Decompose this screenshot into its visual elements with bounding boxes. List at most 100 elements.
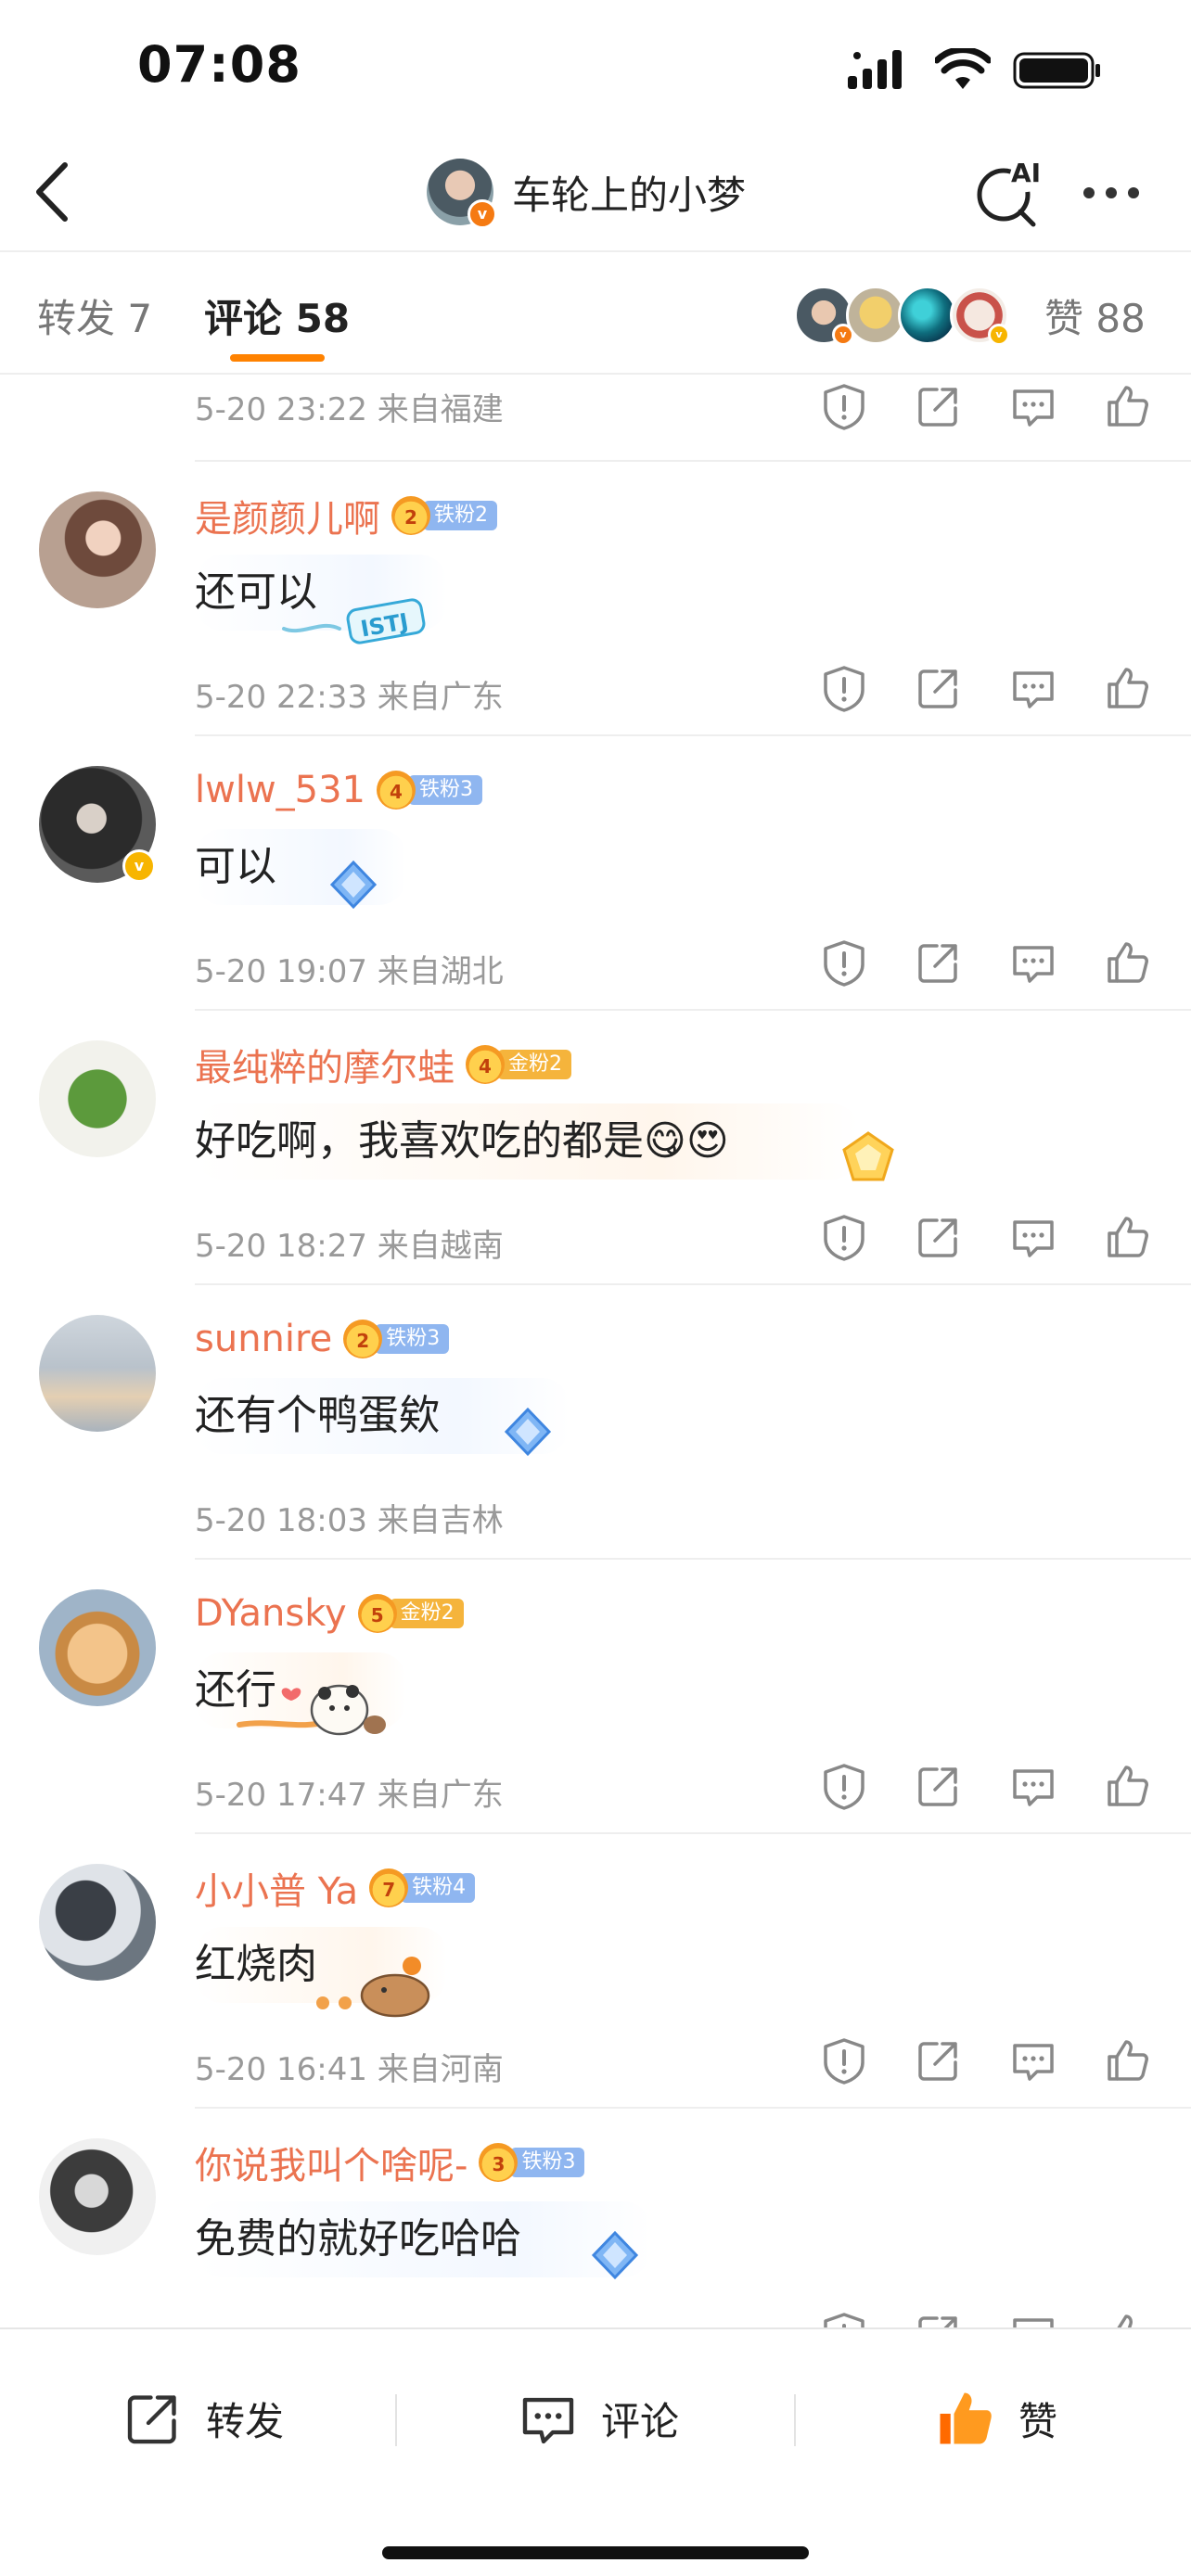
comment-actions <box>818 2309 1154 2327</box>
comment-item[interactable]: DYansky 5 金粉2 还行 5-20 17:47 来自广东 <box>0 1560 1191 1832</box>
fan-badge[interactable]: 7 铁粉4 <box>369 1868 476 1907</box>
commenter-avatar[interactable] <box>39 1315 156 1432</box>
report-icon[interactable] <box>818 2034 870 2086</box>
comment-time-location: 5-20 17:47 来自广东 <box>195 1777 504 1814</box>
comment-time-location: 5-20 19:07 来自湖北 <box>195 953 504 990</box>
reply-icon[interactable] <box>1007 2309 1059 2327</box>
reply-icon[interactable] <box>1007 937 1059 988</box>
diamond-sticker-icon <box>329 860 378 910</box>
commenter-name[interactable]: sunnire <box>195 1318 332 1360</box>
crown-icon: 4 <box>377 771 416 810</box>
comment-time-location: 5-20 16:04 来自吉林 <box>195 2318 504 2327</box>
fan-badge[interactable]: 2 铁粉3 <box>343 1320 450 1358</box>
commenter-avatar[interactable]: v <box>39 766 156 883</box>
share-icon[interactable] <box>913 2034 965 2086</box>
ai-search-icon[interactable]: AI <box>972 154 1046 228</box>
commenter-name[interactable]: 是颜颜儿啊 <box>195 489 380 542</box>
verified-badge-icon: v <box>122 849 156 883</box>
repost-button[interactable]: 转发 <box>121 2385 284 2452</box>
liker-avatars[interactable]: v v <box>794 286 1010 346</box>
reply-icon[interactable] <box>1007 1760 1059 1812</box>
wifi-icon <box>935 48 991 89</box>
crown-icon: 5 <box>357 1594 397 1633</box>
report-icon[interactable] <box>818 2309 870 2327</box>
comment-item[interactable]: sunnire 2 铁粉3 还有个鸭蛋欸 5-20 18:03 来自吉林 <box>0 1285 1191 1558</box>
comment-item[interactable]: 是颜颜儿啊 2 铁粉2 还可以 ISTJ 5-20 22:33 来自广东 <box>0 462 1191 734</box>
like-icon[interactable] <box>1102 937 1154 988</box>
tab-repost[interactable]: 转发 7 <box>37 287 152 344</box>
like-icon[interactable] <box>1102 2309 1154 2327</box>
commenter-avatar[interactable] <box>39 491 156 608</box>
like-button[interactable]: 赞 <box>933 2385 1057 2452</box>
commenter-name[interactable]: 小小普 Ya <box>195 1861 358 1915</box>
liker-avatar: v <box>950 286 1010 346</box>
share-icon[interactable] <box>913 937 965 988</box>
commenter-name[interactable]: 最纯粹的摩尔蛙 <box>195 1038 455 1091</box>
comment-meta-row: 5-20 16:04 来自吉林 <box>195 2300 1191 2327</box>
comment-label: 评论 <box>601 2398 680 2444</box>
back-arrow-icon[interactable] <box>28 159 83 224</box>
commenter-avatar[interactable] <box>39 1589 156 1706</box>
report-icon[interactable] <box>818 380 870 432</box>
commenter-name[interactable]: lwlw_531 <box>195 769 365 811</box>
gold-gem-sticker-icon <box>842 1131 894 1181</box>
commenter-name-row: 小小普 Ya 7 铁粉4 <box>195 1861 476 1915</box>
share-icon[interactable] <box>913 1760 965 1812</box>
comment-actions <box>818 662 1154 714</box>
fan-badge[interactable]: 4 金粉2 <box>466 1045 571 1084</box>
author-name[interactable]: 车轮上的小梦 <box>512 164 746 221</box>
fan-badge[interactable]: 2 铁粉2 <box>391 496 497 535</box>
comment-item[interactable]: v lwlw_531 4 铁粉3 可以 5-20 19:07 来自湖北 <box>0 736 1191 1009</box>
fan-badge[interactable]: 3 铁粉3 <box>479 2143 585 2182</box>
more-options-icon[interactable] <box>1083 182 1150 204</box>
comment-meta-row: 5-20 23:22 来自福建 <box>195 375 1191 449</box>
report-icon[interactable] <box>818 937 870 988</box>
like-icon[interactable] <box>1102 380 1154 432</box>
tab-comment[interactable]: 评论 58 <box>204 287 350 344</box>
comment-time-location: 5-20 22:33 来自广东 <box>195 679 504 716</box>
like-filled-icon <box>940 2392 992 2444</box>
comment-item[interactable]: 你说我叫个啥呢- 3 铁粉3 免费的就好吃哈哈 5-20 16:04 来自吉林 <box>0 2109 1191 2327</box>
author-avatar[interactable]: v <box>427 159 497 229</box>
reply-icon[interactable] <box>1007 380 1059 432</box>
repost-icon <box>127 2395 176 2444</box>
share-icon[interactable] <box>913 662 965 714</box>
report-icon[interactable] <box>818 1211 870 1263</box>
reply-icon[interactable] <box>1007 1211 1059 1263</box>
comment-item[interactable]: 小小普 Ya 7 铁粉4 红烧肉 5-20 16:41 来自河南 <box>0 1834 1191 2107</box>
share-icon[interactable] <box>913 380 965 432</box>
commenter-name-row: 最纯粹的摩尔蛙 4 金粉2 <box>195 1038 571 1091</box>
like-icon[interactable] <box>1102 662 1154 714</box>
like-icon[interactable] <box>1102 1211 1154 1263</box>
commenter-name[interactable]: DYansky <box>195 1592 347 1635</box>
comment-actions <box>818 1760 1154 1812</box>
commenter-avatar[interactable] <box>39 1040 156 1157</box>
comment-button[interactable]: 评论 <box>516 2385 679 2452</box>
like-icon[interactable] <box>1102 2034 1154 2086</box>
comment-item[interactable]: 最纯粹的摩尔蛙 4 金粉2 好吃啊，我喜欢吃的都是😋😍 5-20 18:27 来… <box>0 1011 1191 1283</box>
reply-icon[interactable] <box>1007 2034 1059 2086</box>
fan-badge[interactable]: 5 金粉2 <box>357 1594 464 1633</box>
status-icons <box>848 46 1102 93</box>
liker-avatar: v <box>794 286 854 346</box>
reply-icon[interactable] <box>1007 662 1059 714</box>
comment-text: 好吃啊，我喜欢吃的都是😋😍 <box>195 1103 859 1180</box>
share-icon[interactable] <box>913 2309 965 2327</box>
comment-list[interactable]: 5-20 23:22 来自福建 是颜颜儿啊 2 铁粉2 还可以 ISTJ 5-2… <box>0 375 1191 2327</box>
fan-label: 金粉2 <box>497 1050 571 1079</box>
panda-sticker-icon <box>237 1684 386 1736</box>
share-icon[interactable] <box>913 1211 965 1263</box>
diamond-sticker-icon <box>504 1407 552 1457</box>
fan-label: 铁粉3 <box>510 2148 585 2177</box>
report-icon[interactable] <box>818 1760 870 1812</box>
commenter-avatar[interactable] <box>39 2138 156 2255</box>
repost-label: 转发 <box>206 2398 285 2444</box>
post-author[interactable]: v 车轮上的小梦 <box>427 158 746 229</box>
fan-badge[interactable]: 4 铁粉3 <box>377 771 483 810</box>
like-icon[interactable] <box>1102 1760 1154 1812</box>
commenter-name[interactable]: 你说我叫个啥呢- <box>195 2136 467 2189</box>
likes-count[interactable]: 赞 88 <box>1044 287 1146 344</box>
commenter-avatar[interactable] <box>39 1864 156 1981</box>
report-icon[interactable] <box>818 662 870 714</box>
crown-icon: 2 <box>391 496 430 535</box>
